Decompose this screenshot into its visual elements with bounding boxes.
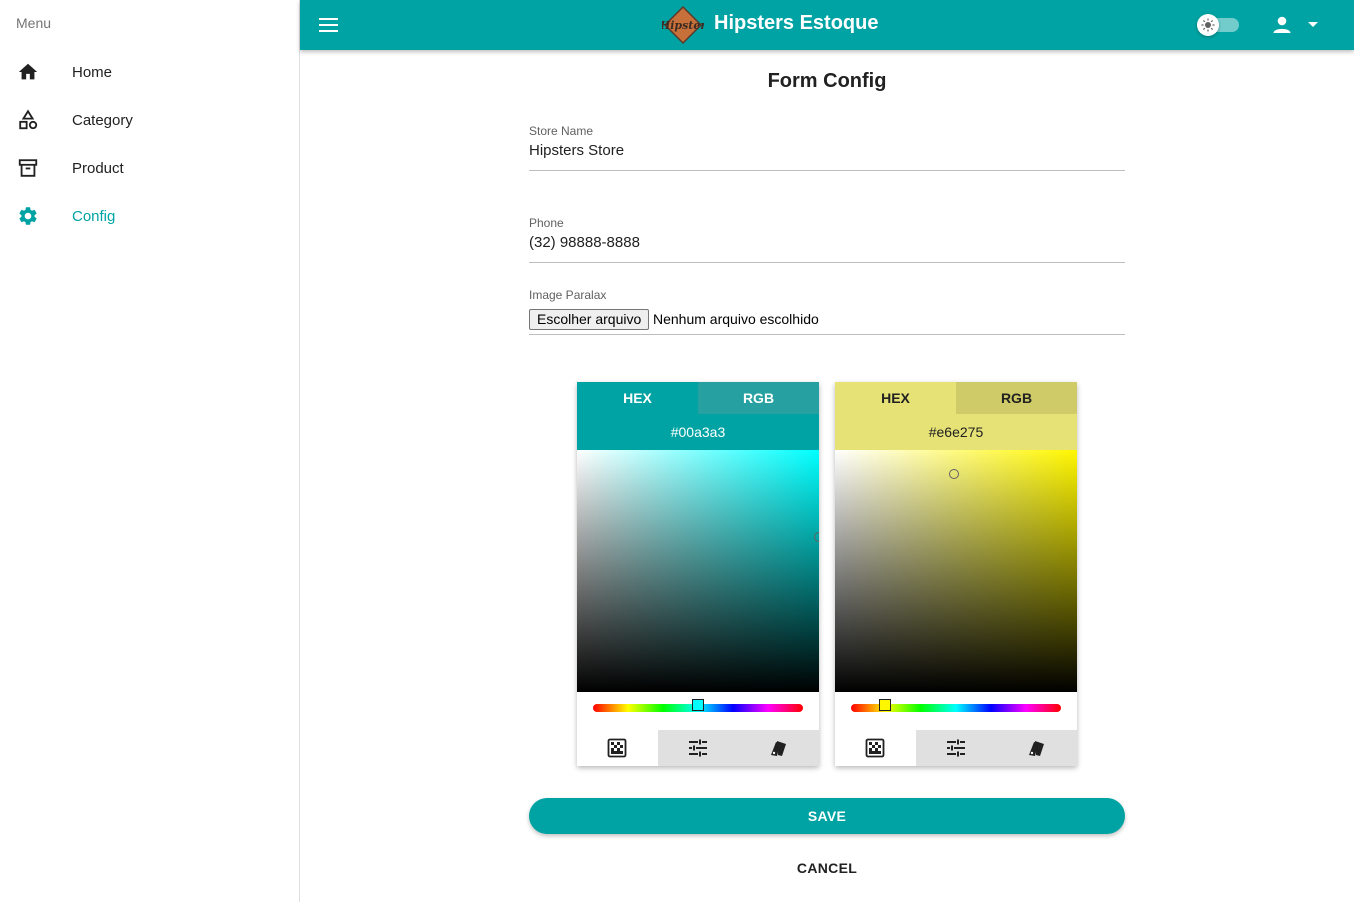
svg-text:Hipster: Hipster	[662, 19, 704, 32]
sidebar-item-config[interactable]: Config	[0, 192, 299, 240]
archive-box-icon	[16, 156, 40, 180]
swatches-icon	[1028, 741, 1044, 756]
app-bar: Hipster Hipsters Estoque	[300, 0, 1354, 50]
app-logo: Hipster	[659, 5, 707, 45]
tab-rgb[interactable]: RGB	[956, 382, 1077, 414]
color-picker-secondary: HEX RGB #e6e275	[835, 382, 1077, 766]
hue-slider[interactable]	[851, 699, 1061, 712]
dropdown-arrow-icon	[1308, 22, 1318, 27]
cancel-button[interactable]: CANCEL	[780, 852, 874, 884]
phone-value[interactable]: (32) 98888-8888	[529, 234, 640, 251]
gear-icon	[16, 204, 40, 228]
color-cursor[interactable]	[948, 469, 959, 480]
image-paralax-label: Image Paralax	[529, 288, 607, 302]
category-shapes-icon	[16, 108, 40, 132]
sliders-mode-button[interactable]	[658, 730, 739, 766]
sidebar-title: Menu	[16, 15, 52, 31]
swatches-mode-button[interactable]	[996, 730, 1077, 766]
account-menu-button[interactable]	[1270, 13, 1330, 37]
sliders-icon	[947, 739, 965, 757]
file-status-text: Nenhum arquivo escolhido	[653, 311, 819, 327]
store-name-field[interactable]: Store Name Hipsters Store	[529, 124, 1125, 171]
saturation-area[interactable]	[835, 450, 1077, 692]
account-icon	[1273, 16, 1318, 33]
sidebar-item-category[interactable]: Category	[0, 96, 299, 144]
checkerboard-icon	[865, 738, 885, 758]
swatches-icon	[770, 741, 786, 756]
page-title: Form Config	[767, 70, 887, 92]
sliders-mode-button[interactable]	[916, 730, 997, 766]
sidebar-item-label: Product	[72, 159, 124, 177]
sidebar-item-home[interactable]: Home	[0, 48, 299, 96]
hue-slider-thumb[interactable]	[692, 699, 704, 711]
tab-hex[interactable]: HEX	[835, 382, 956, 414]
canvas-mode-button[interactable]	[577, 730, 658, 766]
sliders-icon	[689, 739, 707, 757]
theme-toggle[interactable]	[1197, 14, 1239, 36]
app-title: Hipsters Estoque	[714, 12, 879, 34]
image-paralax-field: Image Paralax Escolher arquivo Nenhum ar…	[529, 288, 1125, 335]
theme-toggle-icon	[1197, 14, 1219, 36]
sidebar: Menu Home Category Product Config	[0, 0, 300, 902]
sidebar-item-label: Home	[72, 63, 113, 81]
swatches-mode-button[interactable]	[738, 730, 819, 766]
store-name-value[interactable]: Hipsters Store	[529, 142, 624, 159]
store-name-label: Store Name	[529, 124, 594, 138]
tab-hex[interactable]: HEX	[577, 382, 698, 414]
choose-file-button[interactable]: Escolher arquivo	[529, 309, 650, 330]
saturation-area[interactable]	[577, 450, 819, 692]
color-picker-primary: HEX RGB #00a3a3	[577, 382, 819, 766]
menu-icon[interactable]	[318, 15, 340, 35]
hue-slider-thumb[interactable]	[878, 699, 891, 711]
phone-field[interactable]: Phone (32) 98888-8888	[529, 216, 1125, 263]
hex-value[interactable]: #e6e275	[835, 414, 1077, 450]
home-icon	[16, 60, 40, 84]
hex-value[interactable]: #00a3a3	[577, 414, 819, 450]
sidebar-item-label: Config	[72, 207, 116, 225]
sidebar-item-product[interactable]: Product	[0, 144, 299, 192]
tab-rgb[interactable]: RGB	[698, 382, 819, 414]
color-cursor[interactable]	[814, 532, 819, 543]
sidebar-item-label: Category	[72, 111, 133, 129]
checkerboard-icon	[607, 738, 627, 758]
phone-label: Phone	[529, 216, 564, 230]
hue-slider[interactable]	[593, 699, 803, 712]
canvas-mode-button[interactable]	[835, 730, 916, 766]
save-button[interactable]: SAVE	[529, 798, 1125, 834]
